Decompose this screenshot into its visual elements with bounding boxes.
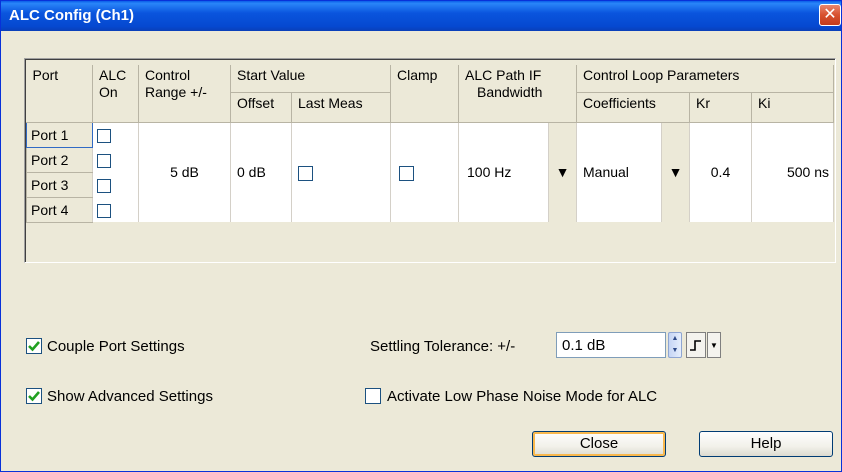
last-meas-cell[interactable] xyxy=(291,122,391,222)
col-port-header[interactable]: Port xyxy=(26,65,93,123)
step-icon xyxy=(690,340,701,351)
clamp-cell[interactable] xyxy=(390,122,459,222)
low-phase-noise-label[interactable]: Activate Low Phase Noise Mode for ALC xyxy=(387,388,657,405)
kr-cell[interactable]: 0.4 xyxy=(689,122,752,222)
show-advanced-settings-label[interactable]: Show Advanced Settings xyxy=(47,388,213,405)
couple-port-settings-label[interactable]: Couple Port Settings xyxy=(47,338,185,355)
col-alc-path-header[interactable]: ALC Path IF Bandwidth xyxy=(458,65,577,123)
checkbox[interactable] xyxy=(97,128,111,143)
alc-on-port-2[interactable] xyxy=(92,147,139,172)
if-bandwidth-cell[interactable]: 100 Hz xyxy=(458,122,549,222)
port-2-row-header[interactable]: Port 2 xyxy=(26,146,93,173)
checkbox[interactable] xyxy=(97,178,111,193)
col-coefficients-header[interactable]: Coefficients xyxy=(576,92,690,123)
spin-down-icon[interactable]: ▼ xyxy=(669,345,681,357)
col-control-range-header[interactable]: Control Range +/- xyxy=(138,65,231,123)
chevron-down-icon: ▼ xyxy=(555,164,570,181)
help-button[interactable]: Help xyxy=(699,431,833,457)
chevron-down-icon: ▼ xyxy=(668,164,683,181)
clamp-checkbox[interactable] xyxy=(399,165,414,181)
settling-tolerance-input[interactable]: 0.1 dB xyxy=(556,332,666,358)
dialog-title: ALC Config (Ch1) xyxy=(9,7,134,24)
offset-cell[interactable]: 0 dB xyxy=(230,122,292,222)
alc-grid: Port ALC On Control Range +/- Start Value … xyxy=(26,65,834,223)
port-4-row-header[interactable]: Port 4 xyxy=(26,196,93,223)
show-advanced-settings-checkbox[interactable] xyxy=(26,388,42,404)
col-last-meas-header[interactable]: Last Meas xyxy=(291,92,391,123)
col-ki-header[interactable]: Ki xyxy=(751,92,834,123)
header-text: Range +/- xyxy=(145,84,207,100)
col-start-value-header: Start Value xyxy=(230,65,391,93)
header-text: ALC Path IF xyxy=(465,67,542,83)
port-1-row-header[interactable]: Port 1 xyxy=(26,121,93,148)
couple-port-settings-checkbox[interactable] xyxy=(26,338,42,354)
checkbox[interactable] xyxy=(97,153,111,168)
coefficients-cell[interactable]: Manual xyxy=(576,122,662,222)
checkmark-icon xyxy=(28,341,40,352)
chevron-down-icon: ▼ xyxy=(710,341,718,350)
alc-on-port-3[interactable] xyxy=(92,172,139,197)
col-offset-header[interactable]: Offset xyxy=(230,92,292,123)
settling-tolerance-label: Settling Tolerance: +/- xyxy=(370,338,516,355)
ki-cell[interactable]: 500 ns xyxy=(751,122,834,222)
control-range-cell[interactable]: 5 dB xyxy=(138,122,231,222)
step-size-button[interactable] xyxy=(686,332,706,358)
col-kr-header[interactable]: Kr xyxy=(689,92,752,123)
title-bar: ALC Config (Ch1) ✕ xyxy=(1,1,841,31)
header-text: On xyxy=(99,84,118,100)
step-size-dropdown[interactable]: ▼ xyxy=(707,332,721,358)
settling-tolerance-spinner[interactable]: ▲ ▼ xyxy=(668,332,682,358)
alc-on-port-1[interactable] xyxy=(92,122,139,147)
if-bandwidth-dropdown[interactable]: ▼ xyxy=(548,122,577,222)
coefficients-dropdown[interactable]: ▼ xyxy=(661,122,690,222)
port-3-row-header[interactable]: Port 3 xyxy=(26,171,93,198)
last-meas-checkbox[interactable] xyxy=(298,165,313,181)
alc-config-dialog: ALC Config (Ch1) ✕ Port ALC On Control Ran… xyxy=(0,0,842,472)
close-button[interactable]: Close xyxy=(532,431,666,457)
header-text: Bandwidth xyxy=(477,84,543,100)
checkbox[interactable] xyxy=(97,203,111,218)
alc-on-port-4[interactable] xyxy=(92,197,139,222)
spin-up-icon[interactable]: ▲ xyxy=(669,333,681,345)
header-text: Control xyxy=(145,67,191,83)
col-control-loop-header: Control Loop Parameters xyxy=(576,65,834,93)
low-phase-noise-checkbox[interactable] xyxy=(365,388,381,404)
header-text: ALC xyxy=(99,67,127,83)
close-icon: ✕ xyxy=(823,6,837,23)
close-window-button[interactable]: ✕ xyxy=(819,4,841,26)
col-alc-on-header[interactable]: ALC On xyxy=(92,65,139,123)
col-clamp-header[interactable]: Clamp xyxy=(390,65,459,123)
checkmark-icon xyxy=(28,391,40,402)
